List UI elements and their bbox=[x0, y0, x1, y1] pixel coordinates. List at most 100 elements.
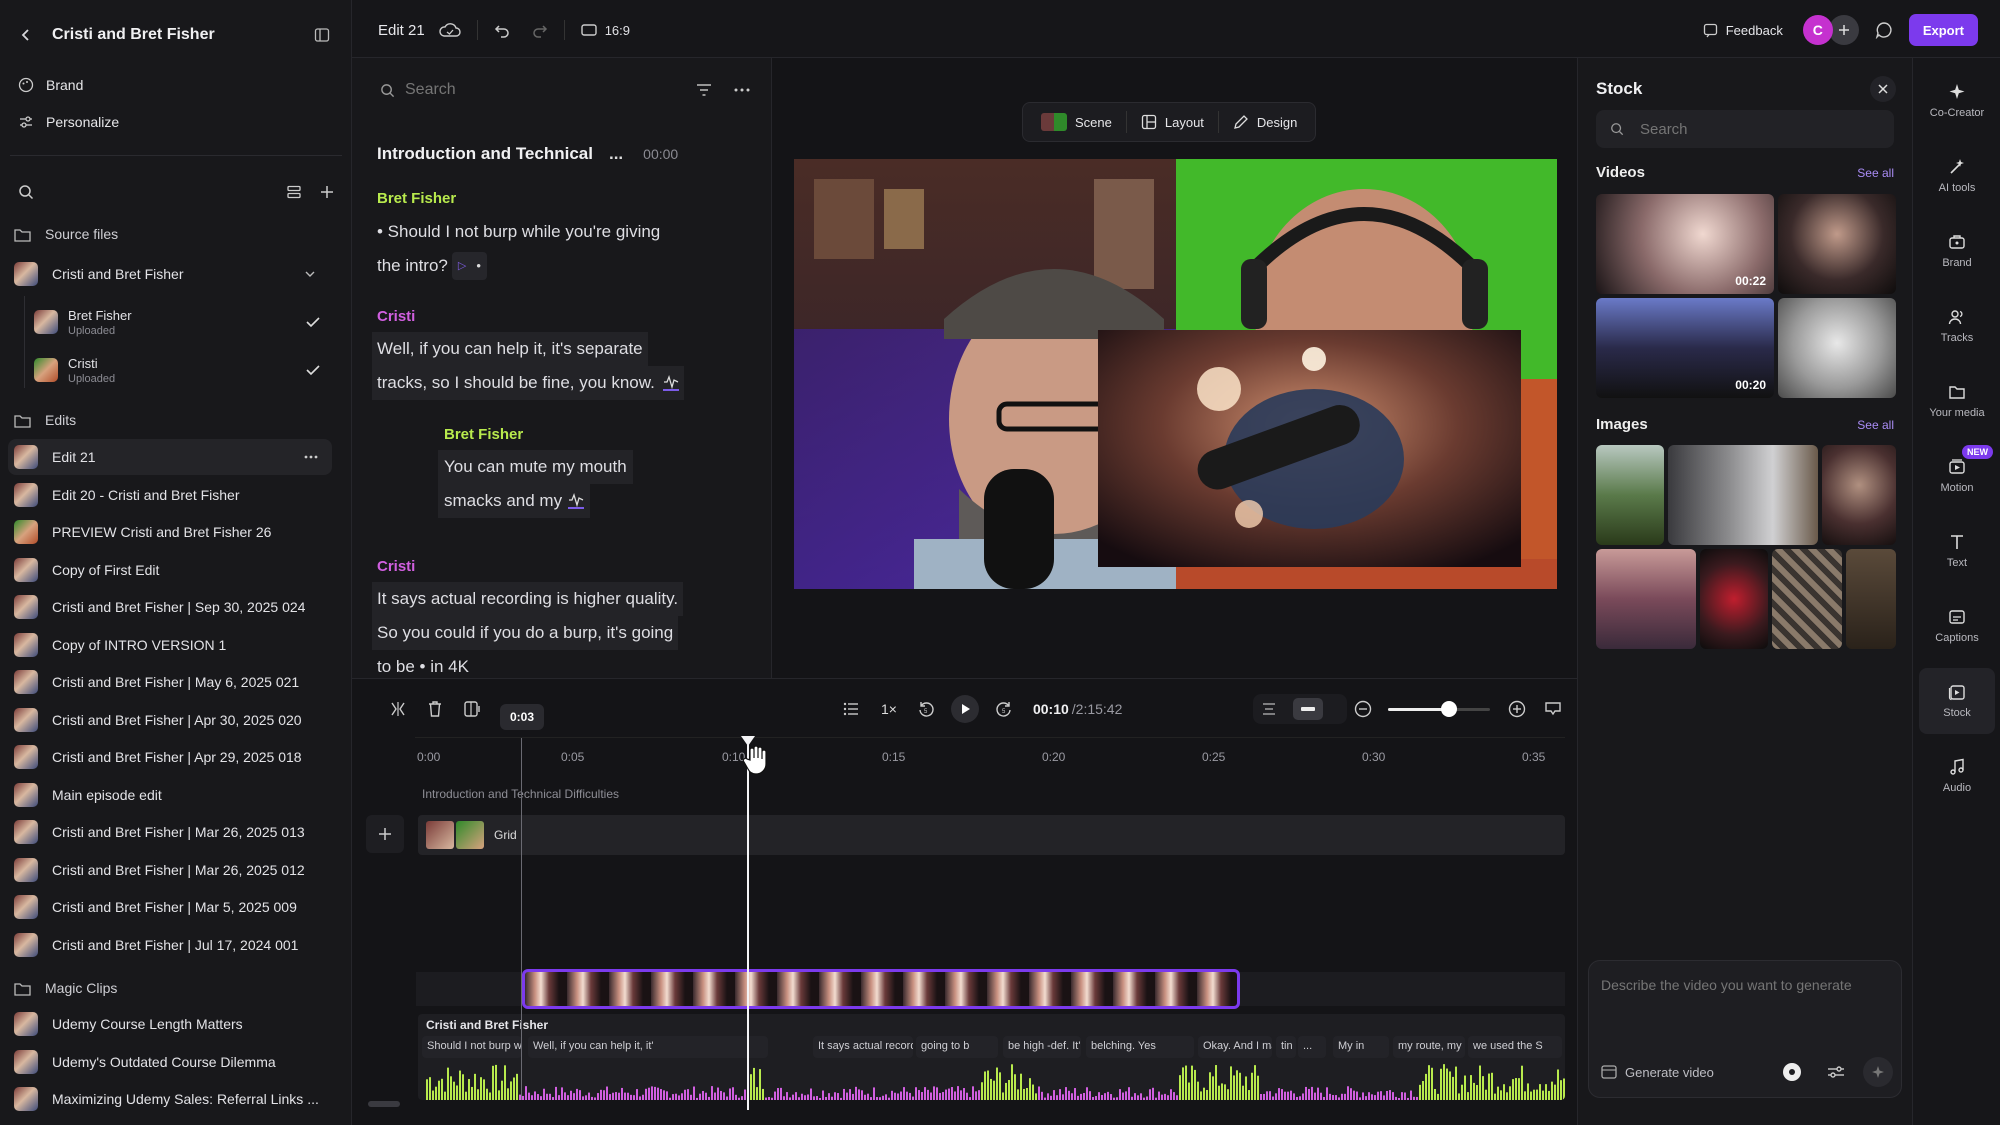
rail-item-stock[interactable]: Stock bbox=[1919, 668, 1995, 734]
close-icon[interactable] bbox=[1870, 76, 1896, 102]
insert-icon[interactable] bbox=[464, 701, 482, 717]
stock-video[interactable] bbox=[1778, 194, 1896, 294]
stock-image[interactable] bbox=[1772, 549, 1842, 649]
stock-video[interactable] bbox=[1778, 298, 1896, 398]
transcript-line[interactable]: smacks and my bbox=[444, 484, 562, 518]
forward-5-icon[interactable]: 5 bbox=[995, 700, 1013, 718]
comment-icon[interactable] bbox=[1875, 21, 1893, 39]
settings-sliders-icon[interactable] bbox=[1827, 1065, 1845, 1079]
transcript-line[interactable]: tracks, so I should be fine, you know. bbox=[377, 366, 655, 400]
audio-word[interactable]: we used the S bbox=[1468, 1036, 1562, 1058]
feedback-button[interactable]: Feedback bbox=[1726, 23, 1783, 38]
edit-item[interactable]: Cristi and Bret Fisher | Sep 30, 2025 02… bbox=[8, 589, 332, 625]
audio-word[interactable]: ... bbox=[1298, 1036, 1326, 1058]
rail-item-text[interactable]: Text bbox=[1919, 518, 1995, 584]
stock-image[interactable] bbox=[1700, 549, 1768, 649]
layout-track[interactable]: Grid bbox=[418, 815, 1565, 855]
more-icon[interactable] bbox=[304, 455, 318, 459]
chapter-title[interactable]: Introduction and Technical bbox=[377, 144, 593, 164]
audio-word[interactable]: Okay. And I may fr bbox=[1198, 1036, 1272, 1058]
edit-item[interactable]: Cristi and Bret Fisher | Mar 5, 2025 009 bbox=[8, 889, 332, 925]
rail-item-ai-tools[interactable]: AI tools bbox=[1919, 143, 1995, 209]
stock-image[interactable] bbox=[1668, 445, 1818, 545]
edit-item[interactable]: Cristi and Bret Fisher | Jul 17, 2024 00… bbox=[8, 927, 332, 963]
rail-item-co-creator[interactable]: Co-Creator bbox=[1919, 68, 1995, 134]
add-track-button[interactable] bbox=[366, 815, 404, 853]
transcript-line[interactable]: the intro? bbox=[377, 249, 448, 283]
transcript-line[interactable]: It says actual recording is higher quali… bbox=[372, 582, 684, 616]
audio-word[interactable]: going to b bbox=[916, 1036, 998, 1058]
generate-prompt-input[interactable] bbox=[1601, 973, 1881, 1029]
filter-icon[interactable] bbox=[696, 83, 712, 97]
add-icon[interactable] bbox=[320, 185, 334, 199]
layout-button[interactable]: Layout bbox=[1133, 114, 1212, 130]
chevron-down-icon[interactable] bbox=[304, 268, 316, 280]
sidebar-toggle-icon[interactable] bbox=[314, 27, 330, 43]
section-source-files[interactable]: Source files bbox=[14, 226, 118, 242]
edit-item[interactable]: Edit 21 bbox=[8, 439, 332, 475]
images-see-all[interactable]: See all bbox=[1857, 418, 1894, 432]
stack-icon[interactable] bbox=[286, 184, 302, 200]
videos-see-all[interactable]: See all bbox=[1857, 166, 1894, 180]
zoom-slider-knob[interactable] bbox=[1441, 701, 1458, 717]
audio-word[interactable]: tin bbox=[1276, 1036, 1296, 1058]
edit-item[interactable]: PREVIEW Cristi and Bret Fisher 26 bbox=[8, 514, 332, 550]
transcript-line[interactable]: to be • in 4K bbox=[372, 650, 762, 678]
split-icon[interactable] bbox=[390, 701, 406, 717]
stock-image[interactable] bbox=[1596, 445, 1664, 545]
edit-item[interactable]: Copy of First Edit bbox=[8, 552, 332, 588]
audio-track[interactable]: Cristi and Bret Fisher Should I not burp… bbox=[418, 1014, 1565, 1100]
playhead[interactable] bbox=[747, 738, 749, 1110]
section-edits[interactable]: Edits bbox=[14, 412, 76, 428]
edit-item[interactable]: Cristi and Bret Fisher | May 6, 2025 021 bbox=[8, 664, 332, 700]
back-arrow-icon[interactable] bbox=[18, 27, 34, 43]
generate-sparkle-icon[interactable] bbox=[1863, 1057, 1893, 1087]
rail-item-your-media[interactable]: Your media bbox=[1919, 368, 1995, 434]
audio-word[interactable]: belching. Yes bbox=[1086, 1036, 1194, 1058]
edit-item[interactable]: Cristi and Bret Fisher | Mar 26, 2025 01… bbox=[8, 852, 332, 888]
fit-timeline-icon[interactable] bbox=[1544, 701, 1562, 717]
transcript-line[interactable]: Well, if you can help it, it's separate bbox=[372, 332, 648, 366]
magic-clip-item[interactable]: Maximizing Udemy Sales: Referral Links .… bbox=[8, 1081, 332, 1117]
edit-item[interactable]: Copy of INTRO VERSION 1 bbox=[8, 627, 332, 663]
stock-search-input[interactable] bbox=[1640, 120, 1860, 138]
chapter-more[interactable]: ... bbox=[609, 144, 623, 164]
waveform-icon[interactable] bbox=[568, 493, 585, 509]
undo-icon[interactable] bbox=[494, 22, 510, 38]
zoom-in-icon[interactable] bbox=[1508, 700, 1526, 718]
invite-add-icon[interactable] bbox=[1828, 15, 1859, 45]
playback-speed[interactable]: 1× bbox=[881, 701, 897, 717]
audio-word[interactable]: my route, my route bbox=[1393, 1036, 1465, 1058]
magic-clip-item[interactable]: Udemy Course Length Matters bbox=[8, 1006, 332, 1042]
section-magic-clips[interactable]: Magic Clips bbox=[14, 980, 117, 996]
design-button[interactable]: Design bbox=[1225, 114, 1305, 130]
rail-item-captions[interactable]: Captions bbox=[1919, 593, 1995, 659]
redo-icon[interactable] bbox=[532, 22, 548, 38]
stock-image[interactable] bbox=[1822, 445, 1896, 545]
magic-clip-item[interactable]: Udemy's Outdated Course Dilemma bbox=[8, 1044, 332, 1080]
speaker-label[interactable]: Cristi bbox=[377, 308, 757, 325]
source-item-cristi[interactable]: Cristi Uploaded bbox=[34, 350, 334, 390]
edit-item[interactable]: Main episode edit bbox=[8, 777, 332, 813]
timeline-scrollbar[interactable] bbox=[368, 1101, 400, 1107]
chapters-list-icon[interactable] bbox=[843, 702, 859, 716]
source-item-bret[interactable]: Bret Fisher Uploaded bbox=[34, 302, 334, 342]
stock-video[interactable]: 00:22 bbox=[1596, 194, 1774, 294]
audio-word[interactable]: be high -def. It' bbox=[1003, 1036, 1081, 1058]
rail-item-audio[interactable]: Audio bbox=[1919, 743, 1995, 809]
transcript-line[interactable]: You can mute my mouth bbox=[438, 450, 633, 484]
rail-item-motion[interactable]: Motion NEW bbox=[1919, 443, 1995, 509]
audio-word[interactable]: Well, if you can help it, it' bbox=[528, 1036, 768, 1058]
nav-personalize[interactable]: Personalize bbox=[18, 111, 119, 133]
search-icon[interactable] bbox=[18, 184, 34, 200]
scene-button[interactable]: Scene bbox=[1033, 113, 1120, 131]
play-icon[interactable] bbox=[950, 695, 979, 723]
zoom-slider[interactable] bbox=[1388, 700, 1490, 718]
speaker-label[interactable]: Bret Fisher bbox=[444, 426, 758, 443]
pause-marker[interactable]: ▷ • bbox=[451, 252, 487, 280]
audio-word[interactable]: It says actual recording is h bbox=[813, 1036, 913, 1058]
zoom-out-icon[interactable] bbox=[1354, 700, 1372, 718]
generate-video-label[interactable]: Generate video bbox=[1625, 1065, 1714, 1080]
stock-image[interactable] bbox=[1596, 549, 1696, 649]
edit-name[interactable]: Edit 21 bbox=[378, 22, 425, 39]
